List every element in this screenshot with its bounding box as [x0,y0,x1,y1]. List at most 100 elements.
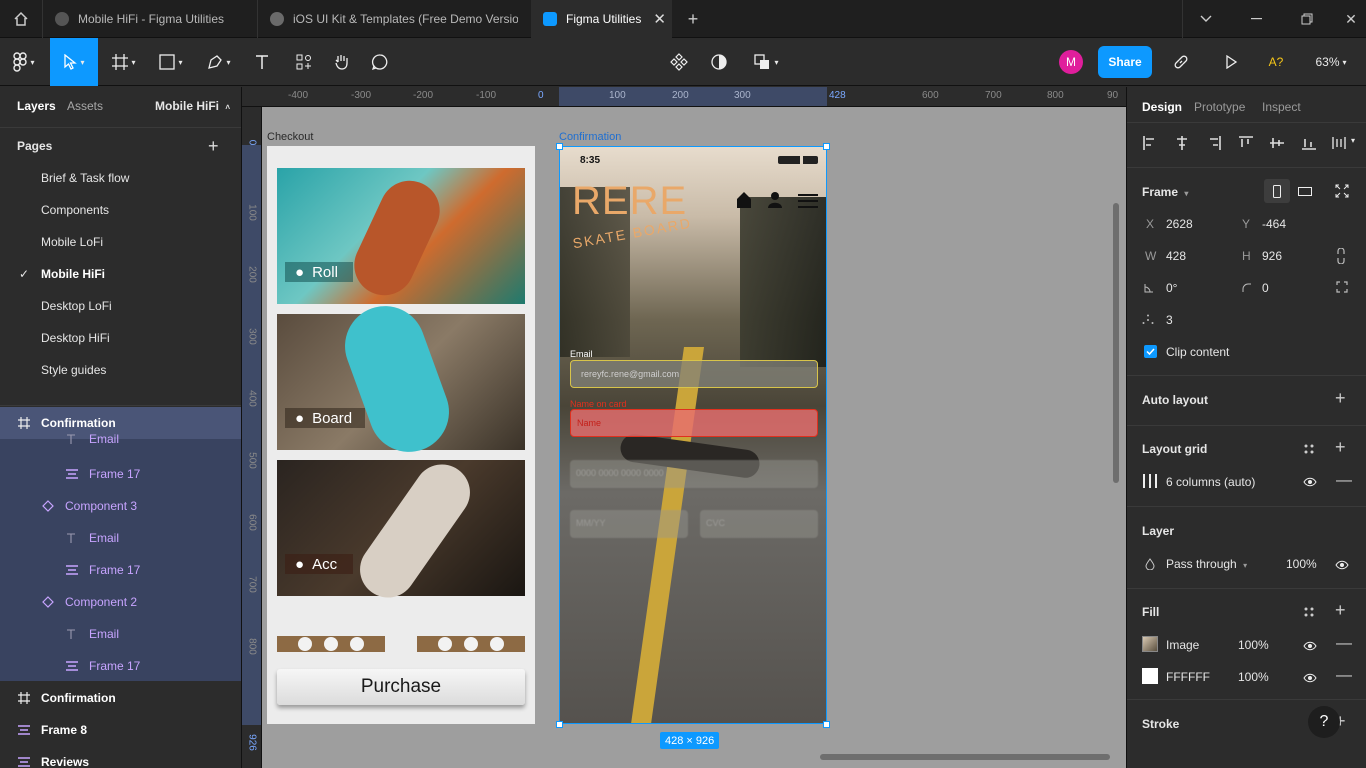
hand-tool-button[interactable] [328,38,356,86]
layer-row[interactable]: Confirmation [0,682,241,714]
restore-icon[interactable] [1292,0,1322,38]
present-play-icon[interactable] [1218,38,1244,86]
avatar[interactable]: M [1058,38,1084,86]
resize-handle-bottom-right[interactable] [823,721,830,728]
zoom-menu[interactable]: 63% ▾ [1306,38,1356,86]
close-window-icon[interactable]: ✕ [1338,0,1364,38]
tab-figma-utilities[interactable]: Figma Utilities ✕ [531,0,672,38]
pen-tool-button[interactable]: ▾ [198,38,240,86]
resize-handle-top-right[interactable] [823,143,830,150]
confirmation-frame-label[interactable]: Confirmation [559,131,621,143]
components-icon[interactable] [666,38,692,86]
page-item[interactable]: Mobile LoFi [0,226,241,258]
layer-row[interactable]: Email [0,618,241,650]
remove-image-fill-icon[interactable]: — [1336,635,1352,653]
constrain-proportions-icon[interactable] [1336,247,1346,267]
shape-tool-button[interactable]: ▾ [150,38,192,86]
layer-row[interactable]: Email [0,522,241,554]
fill-styles-icon[interactable] [1303,606,1315,621]
vertical-scrollbar[interactable] [1113,203,1119,483]
email-input[interactable]: rereyfc.rene@gmail.com [570,360,818,388]
user-nav-icon[interactable] [767,191,783,209]
tab-inspect[interactable]: Inspect [1262,100,1301,114]
purchase-button[interactable]: Purchase [277,669,525,705]
independent-corners-icon[interactable] [1336,281,1348,296]
frame-title[interactable]: Frame ▾ [1142,185,1188,199]
card-number-input[interactable]: 0000 0000 0000 0000 [570,460,818,488]
align-horizontal-center-icon[interactable] [1175,136,1189,153]
checkout-frame[interactable]: ● Roll ● Board ● Acc Purchase [267,146,535,724]
layer-row[interactable]: Component 2 [0,586,241,618]
grid-visibility-eye-icon[interactable] [1303,476,1317,490]
remove-white-fill-icon[interactable]: — [1336,667,1352,685]
copy-link-icon[interactable] [1168,38,1194,86]
page-item[interactable]: Desktop LoFi [0,290,241,322]
new-tab-button[interactable]: + [680,0,706,38]
comment-tool-button[interactable] [366,38,394,86]
close-tab-icon[interactable]: ✕ [653,10,666,28]
tab-list-chevron-icon[interactable] [1192,0,1220,38]
confirmation-frame[interactable]: 8:35 RERE SKATE BOARD Email rereyfc.rene… [559,146,827,724]
checkout-frame-label[interactable]: Checkout [267,131,313,143]
grid-styles-icon[interactable] [1303,443,1315,458]
image-fill-label[interactable]: Image [1166,638,1199,652]
align-right-icon[interactable] [1207,136,1221,153]
acc-card[interactable]: ● Acc [277,453,525,609]
tab-layers[interactable]: Layers [17,99,56,113]
align-vertical-center-icon[interactable] [1270,136,1284,153]
image-fill-eye-icon[interactable] [1303,640,1317,654]
image-fill-swatch[interactable] [1142,636,1158,652]
page-item[interactable]: Style guides [0,354,241,386]
tab-design[interactable]: Design [1142,100,1182,114]
add-page-icon[interactable]: + [208,136,219,157]
home-nav-icon[interactable] [736,191,752,209]
horizontal-scrollbar[interactable] [820,754,1110,760]
layer-visibility-eye-icon[interactable] [1335,559,1349,573]
resize-handle-bottom-left[interactable] [556,721,563,728]
add-auto-layout-icon[interactable]: + [1335,388,1346,409]
white-fill-opacity[interactable]: 100% [1238,670,1269,684]
layer-row[interactable]: Frame 17 [0,650,241,682]
align-top-icon[interactable] [1239,136,1253,153]
board-card[interactable]: ● Board [277,294,525,464]
layer-opacity-input[interactable]: 100% [1286,557,1317,571]
x-input[interactable]: 2628 [1166,217,1193,231]
distribute-icon[interactable]: ▾ [1332,136,1355,153]
move-tool-button[interactable]: ▾ [50,38,98,86]
y-input[interactable]: -464 [1262,217,1286,231]
portrait-icon[interactable] [1264,179,1290,203]
layer-row[interactable]: Frame 17 [0,554,241,586]
blend-mode-dropdown[interactable]: Pass through ▾ [1166,557,1247,571]
h-input[interactable]: 926 [1262,249,1282,263]
white-fill-eye-icon[interactable] [1303,672,1317,686]
rotation-input[interactable]: 0° [1166,281,1177,295]
add-layout-grid-icon[interactable]: + [1335,437,1346,458]
cvc-input[interactable]: CVC [700,510,818,538]
layer-row[interactable]: Reviews [0,746,241,768]
page-item[interactable]: Brief & Task flow [0,162,241,194]
boolean-button[interactable]: ▾ [746,38,786,86]
resources-tool-button[interactable] [290,38,318,86]
resize-handle-top-left[interactable] [556,143,563,150]
help-button[interactable]: ? [1308,706,1340,738]
mask-icon[interactable] [706,38,732,86]
tab-mobile-hifi[interactable]: Mobile HiFi - Figma Utilities [43,0,257,38]
add-fill-icon[interactable]: + [1335,600,1346,621]
frame-tool-button[interactable]: ▾ [104,38,144,86]
remove-grid-icon[interactable]: — [1336,472,1352,490]
layer-row[interactable]: Frame 8 [0,714,241,746]
share-button[interactable]: Share [1098,46,1152,78]
page-switcher[interactable]: Mobile HiFi ˄ [155,99,230,113]
main-menu-button[interactable]: ▾ [0,38,48,86]
page-item[interactable]: Components [0,194,241,226]
text-tool-button[interactable] [248,38,276,86]
image-fill-opacity[interactable]: 100% [1238,638,1269,652]
page-item[interactable]: ✓ Mobile HiFi [0,258,241,290]
page-item[interactable]: Desktop HiFi [0,322,241,354]
tab-ios-ui-kit[interactable]: iOS UI Kit & Templates (Free Demo Versio… [258,0,530,38]
tab-assets[interactable]: Assets [67,99,103,113]
roll-card[interactable]: ● Roll [277,168,525,306]
align-bottom-icon[interactable] [1302,136,1316,153]
layer-row[interactable]: Email [0,426,241,452]
layer-row[interactable]: Frame 17 [0,458,241,490]
